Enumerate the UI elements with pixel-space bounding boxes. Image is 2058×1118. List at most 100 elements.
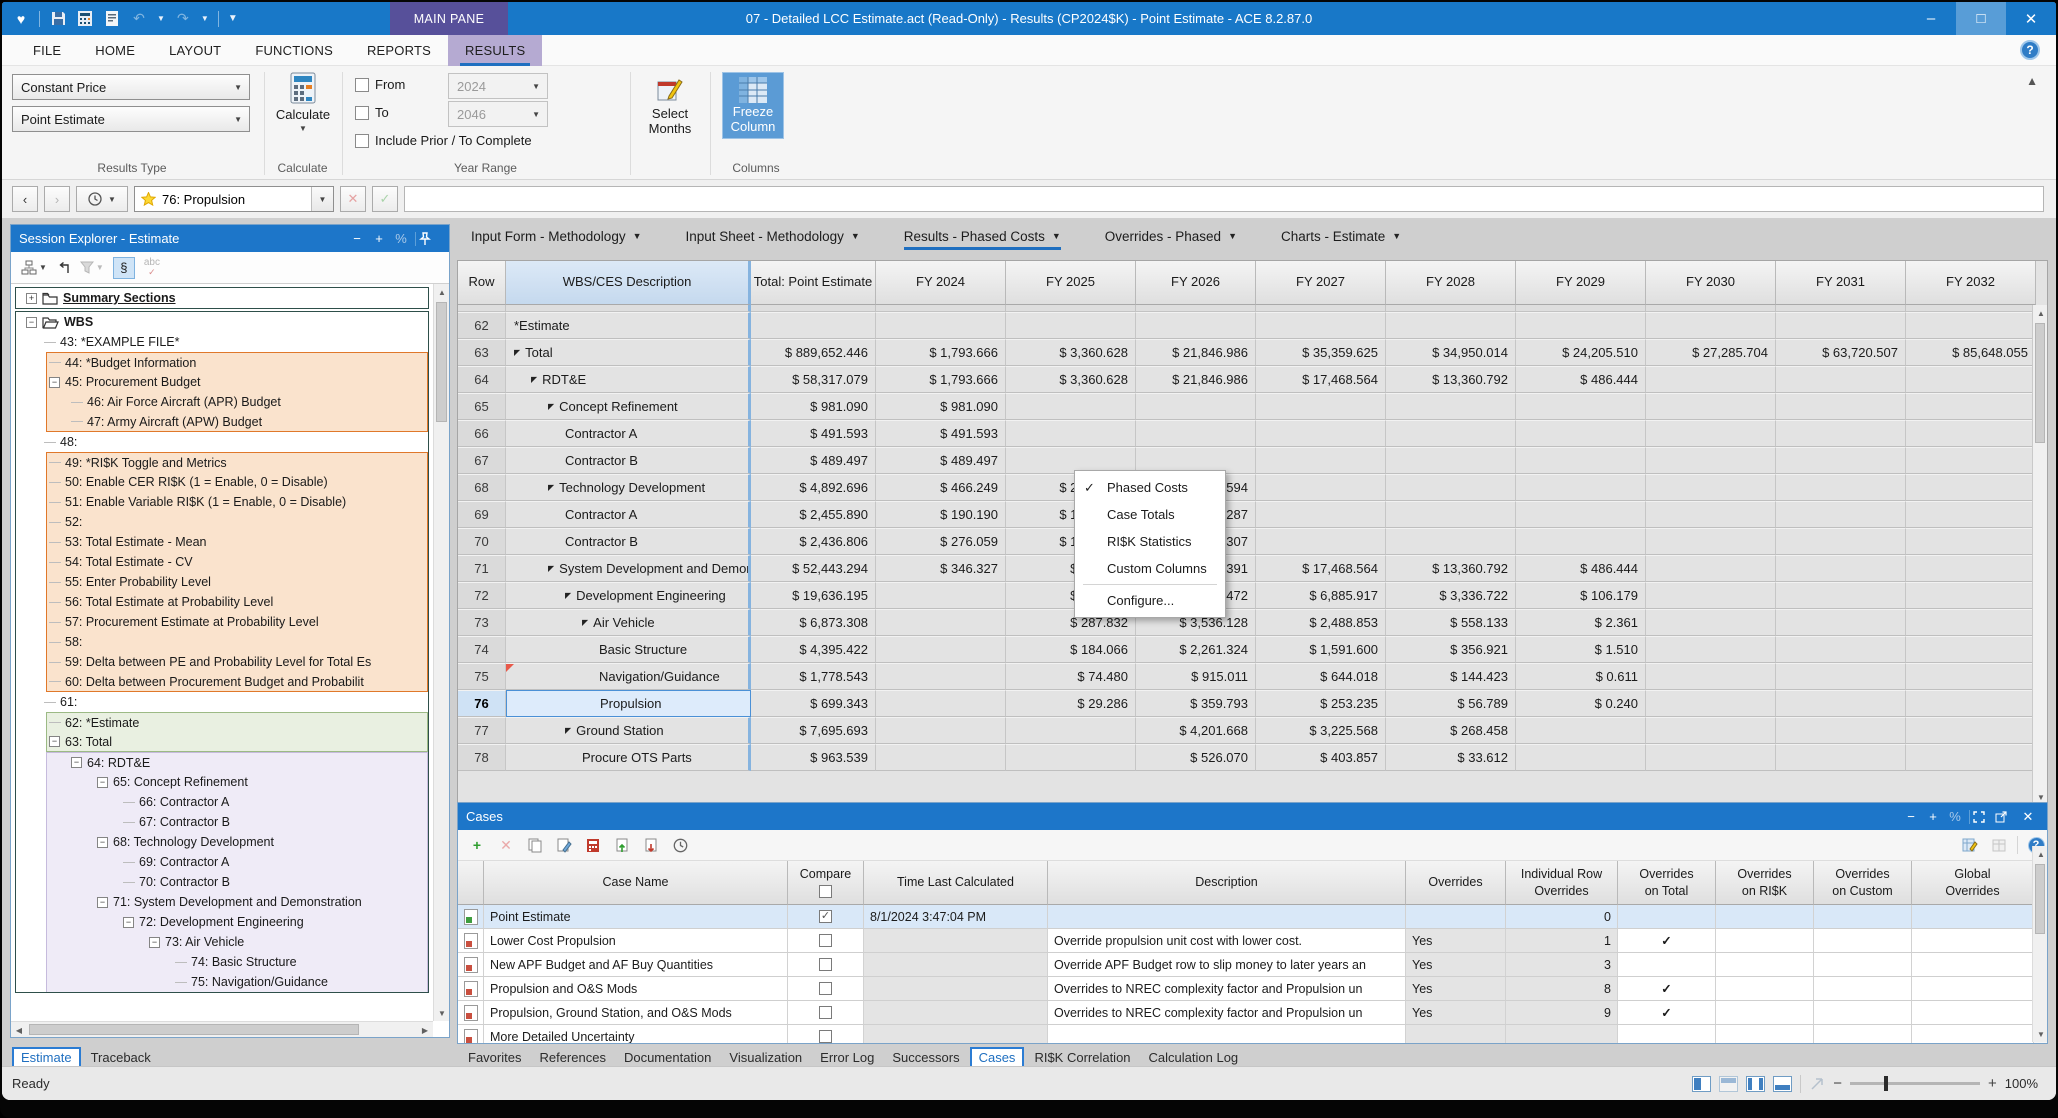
tree-item[interactable]: 50: Enable CER RI$K (1 = Enable, 0 = Dis… [46,472,428,492]
zoom-in-icon[interactable]: + [1988,1075,1997,1092]
value-cell[interactable]: $ 356.921 [1386,636,1516,663]
zoom-slider-thumb[interactable] [1884,1076,1888,1091]
value-cell[interactable] [1906,744,2036,771]
compare-checkbox[interactable] [819,934,832,947]
close-button[interactable]: ✕ [2006,2,2056,35]
row-number[interactable]: 73 [458,609,506,636]
collapse-triangle-icon[interactable]: ◤ [548,402,554,411]
scroll-thumb[interactable] [29,1024,359,1035]
wbs-description-cell[interactable]: Procure OTS Parts [506,744,751,771]
to-year-dropdown[interactable]: 2046▼ [448,101,548,127]
help-icon[interactable]: ? [2020,40,2040,60]
compare-checkbox[interactable]: ✓ [819,910,832,923]
value-cell[interactable] [1386,501,1516,528]
value-cell[interactable] [1006,420,1136,447]
compare-cell[interactable] [788,929,864,953]
scroll-up-icon[interactable]: ▲ [2033,846,2049,862]
cases-column-header-compare[interactable]: Compare [788,861,864,905]
collapse-icon[interactable]: − [26,317,37,328]
cases-vertical-scrollbar[interactable]: ▲ ▼ [2032,846,2047,1042]
collapse-triangle-icon[interactable]: ◤ [565,726,571,735]
row-number[interactable]: 69 [458,501,506,528]
minimize-button[interactable]: – [1906,2,1956,35]
column-header-row[interactable]: Row [458,261,506,305]
value-cell[interactable] [1386,528,1516,555]
compare-all-checkbox[interactable] [819,885,832,898]
value-cell[interactable] [1906,582,2036,609]
calculate-case-icon[interactable] [582,834,604,856]
value-cell[interactable]: $ 56.789 [1386,690,1516,717]
time-last-calculated-cell[interactable] [864,1025,1048,1043]
value-cell[interactable] [1776,393,1906,420]
value-cell[interactable]: $ 4,892.696 [751,474,876,501]
value-cell[interactable]: $ 981.090 [751,393,876,420]
overrides-on-risk-cell[interactable] [1716,905,1814,929]
value-cell[interactable]: $ 33.612 [1386,744,1516,771]
value-cell[interactable] [751,312,876,339]
bottom-tab-favorites[interactable]: Favorites [460,1048,529,1067]
layout-view-3-icon[interactable] [1746,1076,1765,1092]
value-cell[interactable] [1776,717,1906,744]
value-cell[interactable] [1516,501,1646,528]
row-number[interactable]: 68 [458,474,506,501]
value-cell[interactable] [1776,582,1906,609]
include-prior-checkbox[interactable] [355,134,369,148]
value-cell[interactable]: $ 13,360.792 [1386,366,1516,393]
row-number[interactable]: 66 [458,420,506,447]
add-case-icon[interactable]: + [466,834,488,856]
value-cell[interactable]: $ 13,360.792 [1386,555,1516,582]
value-cell[interactable]: $ 35,359.625 [1256,339,1386,366]
select-months-button[interactable]: Select Months [640,76,700,137]
wbs-description-cell[interactable]: Navigation/Guidance [506,663,751,690]
value-cell[interactable]: $ 2,488.853 [1256,609,1386,636]
value-cell[interactable] [876,690,1006,717]
row-number[interactable]: 70 [458,528,506,555]
tree-item[interactable]: 58: [46,632,428,652]
value-cell[interactable] [1906,555,2036,582]
overrides-on-total-cell[interactable]: ✓ [1618,1001,1716,1025]
value-cell[interactable]: $ 1,793.666 [876,339,1006,366]
value-cell[interactable]: $ 268.458 [1386,717,1516,744]
value-cell[interactable] [1776,609,1906,636]
undo-icon[interactable]: ↶ [130,10,148,28]
wbs-description-cell[interactable]: ◤Air Vehicle [506,609,751,636]
value-cell[interactable] [1516,420,1646,447]
value-cell[interactable] [1006,393,1136,420]
overrides-cell[interactable] [1406,1025,1506,1043]
expand-all-button[interactable]: + [368,231,390,246]
collapse-ribbon-icon[interactable]: ▲ [2026,74,2038,88]
individual-row-overrides-cell[interactable]: 3 [1506,953,1618,977]
wbs-description-cell[interactable]: ◤System Development and Demonstration [506,555,751,582]
case-name-cell[interactable]: More Detailed Uncertainty [484,1025,788,1043]
value-cell[interactable] [1386,474,1516,501]
value-cell[interactable] [1776,744,1906,771]
tree-item[interactable]: 53: Total Estimate - Mean [46,532,428,552]
value-cell[interactable]: $ 4,201.668 [1136,717,1256,744]
value-cell[interactable] [1006,717,1136,744]
value-cell[interactable] [1516,717,1646,744]
layout-view-4-icon[interactable] [1773,1076,1792,1092]
value-cell[interactable] [1906,447,2036,474]
description-cell[interactable]: Overrides to NREC complexity factor and … [1048,977,1406,1001]
value-cell[interactable] [876,744,1006,771]
column-header-fy-2030[interactable]: FY 2030 [1646,261,1776,305]
cancel-edit-icon[interactable]: ✕ [340,186,366,212]
overrides-cell[interactable]: Yes [1406,1001,1506,1025]
case-name-cell[interactable]: Propulsion and O&S Mods [484,977,788,1001]
tree-item[interactable]: −72: Development Engineering [46,912,428,932]
bottom-tab-calculation-log[interactable]: Calculation Log [1141,1048,1247,1067]
value-cell[interactable] [1386,420,1516,447]
value-cell[interactable]: $ 644.018 [1256,663,1386,690]
tree-item[interactable]: +Summary Sections [16,288,428,308]
tree-item[interactable]: 54: Total Estimate - CV [46,552,428,572]
column-header-fy-2024[interactable]: FY 2024 [876,261,1006,305]
cases-column-header-global-overrides[interactable]: GlobalOverrides [1912,861,2034,905]
tree-horizontal-scrollbar[interactable]: ◀ ▶ [11,1021,433,1037]
value-cell[interactable]: $ 1,591.600 [1256,636,1386,663]
value-cell[interactable] [1906,636,2036,663]
tree-item[interactable]: 55: Enter Probability Level [46,572,428,592]
ribbon-tab-functions[interactable]: FUNCTIONS [238,35,350,66]
pane-tab-charts-estimate[interactable]: Charts - Estimate▼ [1281,229,1401,248]
value-cell[interactable] [1776,528,1906,555]
to-checkbox[interactable] [355,106,369,120]
